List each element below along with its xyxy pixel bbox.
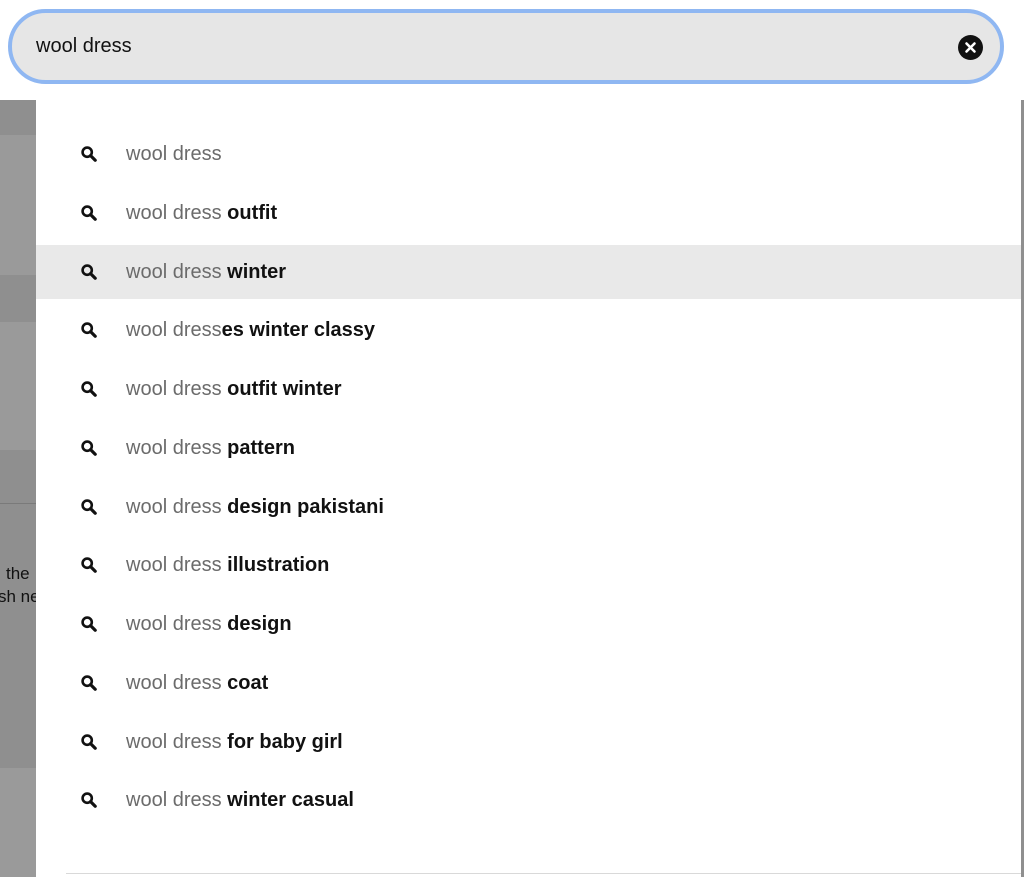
suggestion-query-part: wool dress	[126, 202, 222, 224]
suggestion-completion-part: outfit	[221, 202, 278, 224]
suggestion-query-part: wool dress	[126, 554, 222, 576]
search-icon	[80, 674, 98, 692]
page-backdrop: the sh ne	[0, 100, 36, 877]
suggestion-completion-part: for baby girl	[221, 731, 343, 753]
search-icon	[80, 498, 98, 516]
suggestion-query-part: wool dress	[126, 613, 222, 635]
suggestion-text: wool dress for baby girl	[126, 715, 343, 769]
suggestion-item[interactable]: wool dress illustration	[36, 538, 1021, 592]
suggestion-item[interactable]: wool dress for baby girl	[36, 715, 1021, 769]
search-bar[interactable]	[8, 9, 1004, 84]
suggestions-dropdown: wool dress wool dress outfit wool dress wi…	[36, 100, 1021, 877]
suggestion-completion-part: winter	[221, 261, 287, 283]
suggestion-item[interactable]: wool dress	[36, 127, 1021, 181]
suggestion-completion-part: illustration	[221, 554, 330, 576]
search-icon	[80, 145, 98, 163]
suggestion-item[interactable]: wool dress winter casual	[36, 773, 1021, 827]
close-circle-icon	[965, 42, 976, 53]
backdrop-text-fragment: the	[6, 564, 30, 583]
suggestion-completion-part: coat	[221, 672, 269, 694]
suggestion-completion-part: pattern	[221, 437, 295, 459]
suggestion-text: wool dress design pakistani	[126, 480, 384, 534]
suggestion-completion-part: design pakistani	[221, 496, 384, 518]
suggestion-text: wool dress winter casual	[126, 773, 354, 827]
suggestion-text: wool dress coat	[126, 656, 268, 710]
backdrop-card	[0, 135, 36, 275]
suggestion-text: wool dress winter	[126, 245, 286, 299]
suggestion-item[interactable]: wool dresses winter classy	[36, 303, 1021, 357]
suggestion-completion-part: winter casual	[221, 789, 354, 811]
suggestion-item[interactable]: wool dress design	[36, 597, 1021, 651]
backdrop-card	[0, 768, 36, 877]
suggestion-query-part: wool dress	[126, 319, 222, 341]
suggestion-text: wool dress pattern	[126, 421, 295, 475]
suggestion-text: wool dress outfit winter	[126, 362, 342, 416]
suggestion-query-part: wool dress	[126, 672, 222, 694]
suggestion-text: wool dress outfit	[126, 186, 277, 240]
search-icon	[80, 556, 98, 574]
search-icon	[80, 321, 98, 339]
backdrop-divider	[0, 503, 36, 504]
suggestion-item[interactable]: wool dress outfit	[36, 186, 1021, 240]
suggestion-query-part: wool dress	[126, 731, 222, 753]
suggestion-text: wool dresses winter classy	[126, 303, 375, 357]
suggestion-item[interactable]: wool dress outfit winter	[36, 362, 1021, 416]
backdrop-card	[0, 322, 36, 450]
suggestion-query-part: wool dress	[126, 261, 222, 283]
suggestion-text: wool dress design	[126, 597, 292, 651]
suggestion-item[interactable]: wool dress design pakistani	[36, 480, 1021, 534]
search-icon	[80, 733, 98, 751]
suggestion-completion-part: design	[221, 613, 292, 635]
suggestion-query-part: wool dress	[126, 789, 222, 811]
search-icon	[80, 263, 98, 281]
search-icon	[80, 439, 98, 457]
suggestion-item[interactable]: wool dress pattern	[36, 421, 1021, 475]
suggestion-completion-part: outfit winter	[221, 378, 342, 400]
suggestion-text: wool dress	[126, 127, 222, 181]
suggestion-text: wool dress illustration	[126, 538, 329, 592]
clear-search-button[interactable]	[958, 35, 983, 60]
search-icon	[80, 380, 98, 398]
suggestion-completion-part: es winter classy	[221, 319, 376, 341]
suggestion-query-part: wool dress	[126, 437, 222, 459]
suggestion-query-part: wool dress	[126, 378, 222, 400]
suggestion-query-part: wool dress	[126, 496, 222, 518]
search-icon	[80, 615, 98, 633]
suggestion-item[interactable]: wool dress winter	[36, 245, 1021, 299]
dropdown-divider	[66, 873, 1021, 874]
search-icon	[80, 791, 98, 809]
backdrop-text-fragment: sh ne	[0, 587, 36, 606]
suggestion-item[interactable]: wool dress coat	[36, 656, 1021, 710]
search-icon	[80, 204, 98, 222]
suggestion-query-part: wool dress	[126, 143, 222, 165]
search-input[interactable]	[36, 13, 936, 80]
